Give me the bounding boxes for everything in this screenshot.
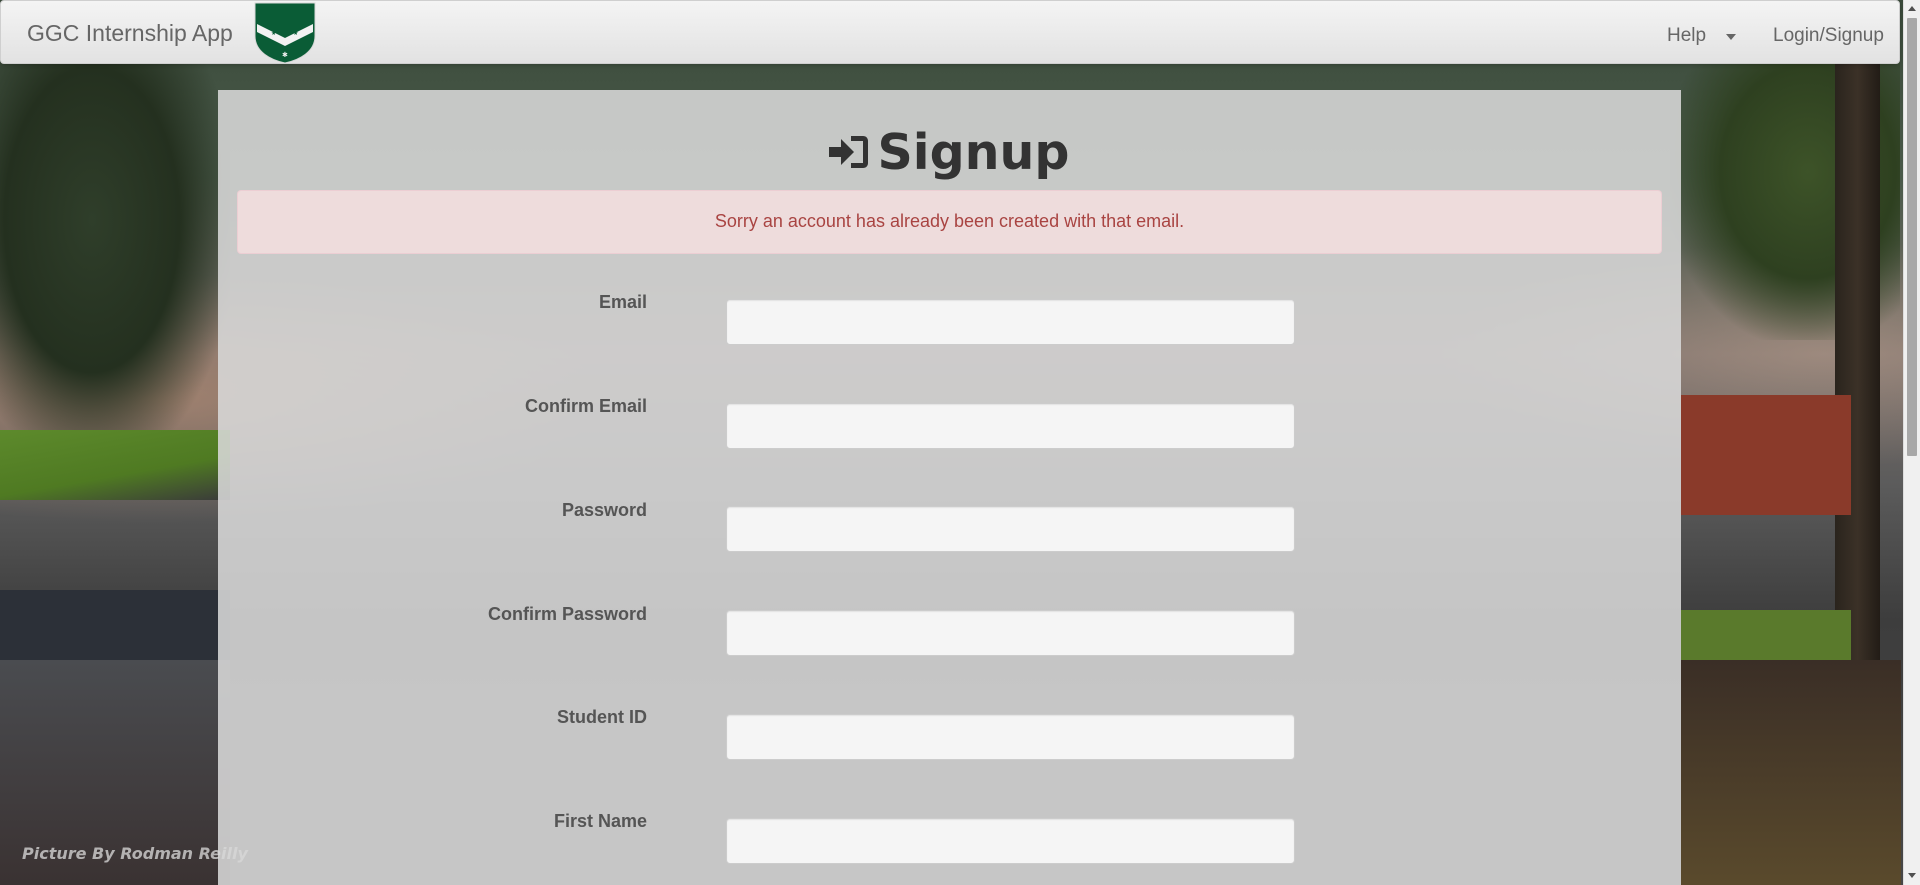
photo-credit: Picture By Rodman Reilly bbox=[22, 844, 248, 863]
password-field[interactable] bbox=[726, 506, 1295, 552]
scroll-up-arrow-icon[interactable] bbox=[1908, 6, 1916, 11]
confirm-password-label: Confirm Password bbox=[487, 604, 647, 624]
brand-link[interactable]: GGC Internship App bbox=[27, 20, 233, 47]
password-label: Password bbox=[561, 500, 647, 520]
confirm-password-field[interactable] bbox=[726, 610, 1295, 656]
background-road-left bbox=[0, 590, 230, 660]
first-name-label: First Name bbox=[553, 811, 647, 831]
login-signup-link[interactable]: Login/Signup bbox=[1773, 25, 1884, 47]
scroll-down-arrow-icon[interactable] bbox=[1908, 873, 1916, 878]
confirm-email-label: Confirm Email bbox=[524, 396, 647, 416]
background-building bbox=[1681, 395, 1851, 515]
scroll-thumb[interactable] bbox=[1907, 18, 1917, 456]
error-alert: Sorry an account has already been create… bbox=[237, 190, 1662, 254]
svg-text:✱: ✱ bbox=[282, 51, 288, 59]
page-title-text: Signup bbox=[877, 124, 1070, 181]
background-tree-trunk bbox=[1835, 60, 1880, 660]
email-label: Email bbox=[598, 292, 647, 312]
help-dropdown[interactable]: Help bbox=[1667, 25, 1706, 47]
sign-in-icon bbox=[829, 135, 869, 168]
page-scrollbar[interactable] bbox=[1903, 0, 1920, 885]
svg-text:★: ★ bbox=[271, 30, 276, 37]
svg-text:★: ★ bbox=[293, 30, 298, 37]
college-crest-logo[interactable]: ★ ★ ✱ bbox=[253, 2, 317, 64]
chevron-down-icon[interactable] bbox=[1726, 34, 1736, 40]
first-name-field[interactable] bbox=[726, 818, 1295, 864]
error-alert-text: Sorry an account has already been create… bbox=[714, 211, 1185, 231]
email-field[interactable] bbox=[726, 299, 1295, 345]
page-title: Signup bbox=[218, 124, 1681, 181]
background-grass-left bbox=[0, 430, 230, 500]
student-id-label: Student ID bbox=[557, 707, 647, 727]
student-id-field[interactable] bbox=[726, 714, 1295, 760]
confirm-email-field[interactable] bbox=[726, 403, 1295, 449]
signup-panel: Signup Sorry an account has already been… bbox=[218, 90, 1681, 885]
navbar: GGC Internship App ★ ★ ✱ Help Login/Sign… bbox=[0, 0, 1900, 64]
background-ground-right bbox=[1681, 660, 1901, 885]
background-tree-left bbox=[0, 60, 230, 460]
